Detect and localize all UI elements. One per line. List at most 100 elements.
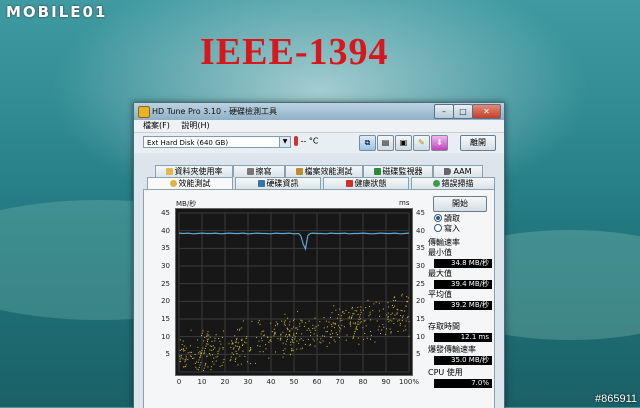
scatter-point [203, 367, 205, 369]
scatter-point [239, 355, 241, 357]
exit-button[interactable]: 離開 [460, 135, 496, 151]
tab-folder-usage[interactable]: 資料夾使用率 [155, 165, 233, 177]
options-button[interactable]: ✎ [413, 135, 430, 151]
tab-erase[interactable]: 擦寫 [233, 165, 285, 177]
scatter-point [214, 340, 216, 342]
scatter-point [194, 354, 196, 356]
max-value: 39.4 MB/秒 [434, 280, 492, 289]
scatter-point [214, 337, 216, 339]
scatter-point [299, 325, 301, 327]
scatter-point [353, 335, 355, 337]
scatter-point [293, 326, 295, 328]
save-button[interactable]: ▣ [395, 135, 412, 151]
scatter-point [262, 335, 264, 337]
scatter-point [363, 320, 365, 322]
thermometer-icon [294, 136, 298, 146]
start-button[interactable]: 開始 [433, 196, 487, 212]
scatter-point [183, 345, 185, 347]
scatter-point [189, 355, 191, 357]
cpu-label: CPU 使用 [428, 368, 463, 377]
scatter-point [398, 319, 400, 321]
scatter-point [211, 366, 213, 368]
scatter-point [219, 340, 221, 342]
scatter-point [218, 349, 220, 351]
scatter-point [219, 365, 221, 367]
scatter-point [358, 319, 360, 321]
scatter-point [215, 334, 217, 336]
scatter-point [312, 324, 314, 326]
scatter-point [393, 318, 395, 320]
scatter-point [294, 336, 296, 338]
scatter-point [326, 345, 328, 347]
scatter-point [340, 318, 342, 320]
scatter-point [322, 340, 324, 342]
tab-file-benchmark[interactable]: 檔案效能測試 [285, 165, 363, 177]
chart-svg [178, 212, 410, 373]
scatter-point [286, 327, 288, 329]
benchmark-chart [175, 208, 413, 376]
scatter-point [359, 316, 361, 318]
scatter-point [388, 321, 390, 323]
x-tick-label: 60 [312, 378, 322, 386]
scatter-point [306, 329, 308, 331]
drive-select[interactable]: Ext Hard Disk (640 GB) ▼ [143, 136, 291, 148]
scatter-point [180, 357, 182, 359]
scatter-point [207, 343, 209, 345]
copy-text-button[interactable]: ▤ [377, 135, 394, 151]
write-radio[interactable]: 寫入 [434, 224, 460, 234]
scatter-point [365, 307, 367, 309]
scatter-point [378, 310, 380, 312]
minimize-button[interactable]: – [434, 104, 454, 119]
copy-button[interactable]: ⧉ [359, 135, 376, 151]
scatter-point [236, 339, 238, 341]
scatter-point [283, 321, 285, 323]
scatter-point [399, 323, 401, 325]
scatter-point [277, 338, 279, 340]
scatter-point [312, 328, 314, 330]
tab-drive-info[interactable]: 硬碟資訊 [235, 177, 321, 189]
tab-disk-monitor[interactable]: 磁碟監視器 [363, 165, 433, 177]
scatter-point [206, 339, 208, 341]
y-tick-label-right: 25 [416, 279, 425, 288]
scatter-point [291, 347, 293, 349]
scatter-point [250, 348, 252, 350]
rate-heading: 傳輸速率 [428, 238, 460, 247]
scatter-point [283, 323, 285, 325]
scatter-point [286, 340, 288, 342]
scatter-point [289, 330, 291, 332]
tab-health[interactable]: 健康狀態 [323, 177, 409, 189]
scatter-point [182, 340, 184, 342]
scatter-point [382, 308, 384, 310]
tab-aam[interactable]: AAM [433, 165, 483, 177]
scatter-point [356, 323, 358, 325]
scatter-point [297, 311, 299, 313]
scatter-point [221, 336, 223, 338]
menu-help[interactable]: 說明(H) [181, 120, 209, 132]
scatter-point [349, 323, 351, 325]
scatter-point [223, 330, 225, 332]
scatter-point [307, 338, 309, 340]
scatter-point [359, 322, 361, 324]
close-button[interactable]: ✕ [472, 104, 501, 119]
scatter-point [309, 343, 311, 345]
menu-file[interactable]: 檔案(F) [143, 120, 170, 132]
scatter-point [316, 335, 318, 337]
scatter-point [210, 369, 212, 371]
scatter-point [293, 342, 295, 344]
scatter-point [218, 338, 220, 340]
scatter-point [356, 310, 358, 312]
download-button[interactable]: ⬇ [431, 135, 448, 151]
scatter-point [267, 337, 269, 339]
maximize-button[interactable]: □ [453, 104, 473, 119]
scan-icon [432, 180, 440, 187]
x-tick-label: 30 [243, 378, 253, 386]
scatter-point [265, 348, 267, 350]
scatter-point [362, 327, 364, 329]
read-radio[interactable]: 讀取 [434, 214, 460, 224]
scatter-point [259, 351, 261, 353]
scatter-point [240, 363, 242, 365]
y-tick-label-left: 5 [165, 350, 170, 359]
title-bar[interactable]: HD Tune Pro 3.10 - 硬碟檢測工具 – □ ✕ [134, 103, 504, 120]
scatter-point [249, 362, 251, 364]
tab-error-scan[interactable]: 錯誤掃描 [411, 177, 495, 189]
